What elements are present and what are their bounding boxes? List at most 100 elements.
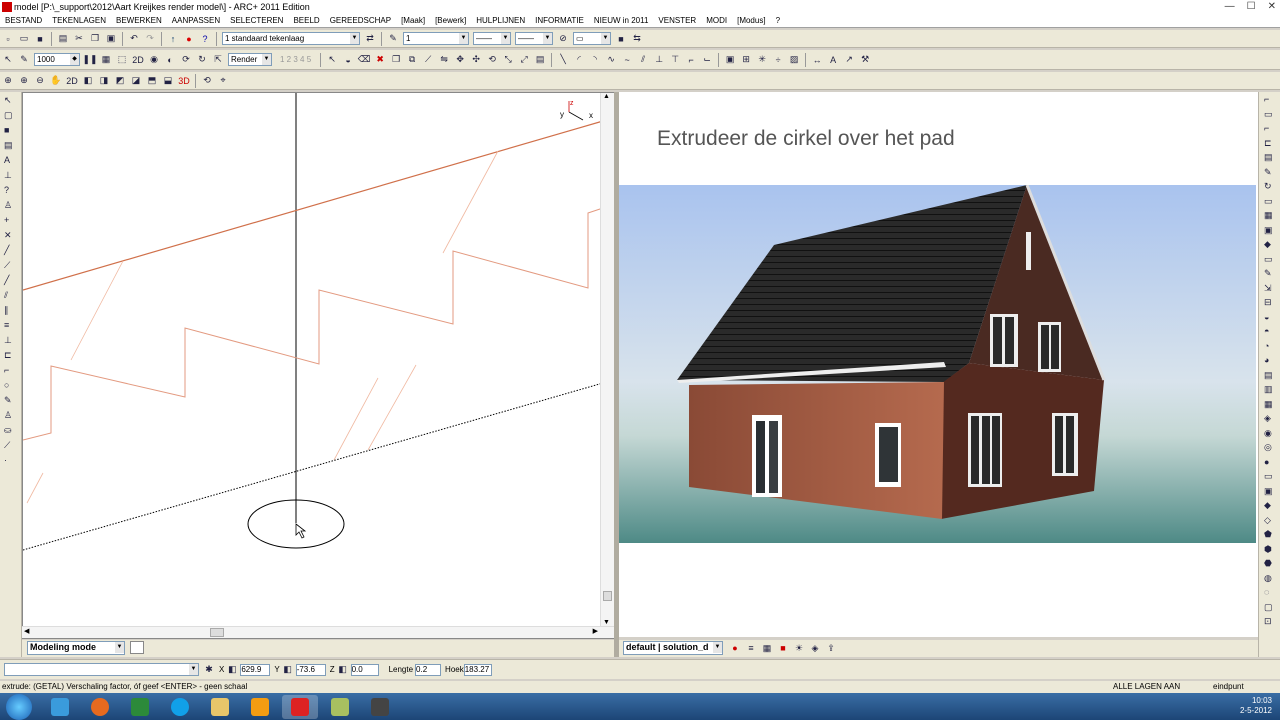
menu-aanpassen[interactable]: AANPASSEN: [167, 14, 225, 27]
orbit-icon[interactable]: ⟲: [200, 74, 214, 88]
scroll-up-icon[interactable]: ▲: [603, 93, 610, 100]
lineweight-select[interactable]: —— ▼: [515, 32, 553, 45]
rt-tool-35-icon[interactable]: ◌: [1264, 587, 1276, 600]
close-button[interactable]: ✕: [1268, 0, 1276, 14]
menu-beeld[interactable]: BEELD: [288, 14, 324, 27]
scroll-down-icon[interactable]: ▼: [603, 619, 610, 626]
rt-tool-5-icon[interactable]: ▤: [1264, 152, 1276, 165]
linetype-select[interactable]: —— ▼: [473, 32, 511, 45]
horizontal-scrollbar[interactable]: ◀ ▶: [22, 626, 614, 638]
view-iso-icon[interactable]: ⬓: [161, 74, 175, 88]
trim-icon[interactable]: ⊥: [652, 53, 666, 67]
rt-tool-15-icon[interactable]: ⊟: [1264, 297, 1276, 310]
y-input[interactable]: [295, 663, 326, 676]
rt-tool-31-icon[interactable]: ⬟: [1264, 529, 1276, 542]
paste-icon[interactable]: ▣: [104, 32, 118, 46]
box-view-icon[interactable]: ⬚: [115, 53, 129, 67]
layers-status[interactable]: ALLE LAGEN AAN: [1113, 681, 1180, 693]
stop-icon[interactable]: ●: [182, 32, 196, 46]
rt-tool-22-icon[interactable]: ▦: [1264, 399, 1276, 412]
rt-tool-19-icon[interactable]: ◕: [1264, 355, 1276, 368]
offset-icon[interactable]: ⫽: [636, 53, 650, 67]
curve-icon[interactable]: ∿: [604, 53, 618, 67]
menu-modus[interactable]: [Modus]: [732, 14, 770, 27]
render-select[interactable]: Render ▼: [228, 53, 272, 66]
rt-tool-11-icon[interactable]: ◆: [1264, 239, 1276, 252]
new-file-icon[interactable]: ▫: [1, 32, 15, 46]
block-icon[interactable]: ▣: [723, 53, 737, 67]
rt-tool-12-icon[interactable]: ▭: [1264, 254, 1276, 267]
rt-tool-28-icon[interactable]: ▣: [1264, 486, 1276, 499]
hatch-icon[interactable]: ⊘: [556, 32, 570, 46]
line-tool-icon[interactable]: ╱: [4, 245, 16, 257]
double-line-tool-icon[interactable]: ∥: [4, 305, 16, 317]
zoom-in-icon[interactable]: ⊕: [17, 74, 31, 88]
pen-select[interactable]: 1 ▼: [403, 32, 469, 45]
move-icon[interactable]: ✥: [453, 53, 467, 67]
rt-tool-32-icon[interactable]: ⬢: [1264, 544, 1276, 557]
chamfer-icon[interactable]: ⌙: [700, 53, 714, 67]
rt-tool-24-icon[interactable]: ◉: [1264, 428, 1276, 441]
scroll-right-icon[interactable]: ▶: [593, 627, 598, 635]
insert-icon[interactable]: ⊞: [739, 53, 753, 67]
brush-tool-icon[interactable]: ⟋: [4, 440, 16, 452]
copy-icon[interactable]: ❐: [88, 32, 102, 46]
layers-icon[interactable]: ≡: [744, 641, 758, 655]
undo-icon[interactable]: ↶: [127, 32, 141, 46]
dimension-icon[interactable]: ↔: [810, 53, 824, 67]
corner-tool-icon[interactable]: ⌐: [4, 365, 16, 377]
menu-tekenlagen[interactable]: TEKENLAGEN: [47, 14, 111, 27]
explorer-taskbar-button[interactable]: [202, 695, 238, 719]
rt-tool-16-icon[interactable]: ◒: [1264, 312, 1276, 325]
cross-tool-icon[interactable]: ✕: [4, 230, 16, 242]
zoom-out-icon[interactable]: ⊖: [33, 74, 47, 88]
ie-taskbar-button[interactable]: [42, 695, 78, 719]
arcplus-taskbar-button[interactable]: [282, 694, 318, 719]
menu-bestand[interactable]: BESTAND: [0, 14, 47, 27]
clock-date[interactable]: 2-5-2012: [1240, 706, 1272, 716]
erase-icon[interactable]: ⌫: [357, 53, 371, 67]
view-front-icon[interactable]: ◧: [81, 74, 95, 88]
rt-tool-25-icon[interactable]: ◎: [1264, 442, 1276, 455]
lock-x-icon[interactable]: ◧: [225, 663, 239, 677]
menu-maak[interactable]: [Maak]: [396, 14, 430, 27]
scroll-left-icon[interactable]: ◀: [24, 627, 29, 635]
maximize-button[interactable]: ☐: [1247, 0, 1256, 14]
view-back-icon[interactable]: ◩: [113, 74, 127, 88]
menu-hulplijnen[interactable]: HULPLIJNEN: [471, 14, 530, 27]
bucket-tool-icon[interactable]: ⛀: [4, 425, 16, 437]
view-right-icon[interactable]: ◨: [97, 74, 111, 88]
rt-tool-34-icon[interactable]: ◍: [1264, 573, 1276, 586]
rt-tool-8-icon[interactable]: ▭: [1264, 196, 1276, 209]
color-swatch-icon[interactable]: ■: [614, 32, 628, 46]
render-settings-icon[interactable]: ●: [728, 641, 742, 655]
angle-input[interactable]: [463, 663, 492, 676]
rt-tool-29-icon[interactable]: ◆: [1264, 500, 1276, 513]
menu-bewerken[interactable]: BEWERKEN: [111, 14, 167, 27]
pen-color-icon[interactable]: ✎: [386, 32, 400, 46]
explode-icon[interactable]: ✳: [755, 53, 769, 67]
window-tool-icon[interactable]: ▢: [4, 110, 16, 122]
dot-tool-icon[interactable]: ·: [4, 455, 16, 467]
clock-time[interactable]: 10:03: [1240, 696, 1272, 706]
up-arrow-icon[interactable]: ↑: [166, 32, 180, 46]
menu-gereedschap[interactable]: GEREEDSCHAP: [325, 14, 396, 27]
save-icon[interactable]: ■: [33, 32, 47, 46]
mirror-icon[interactable]: ⇋: [437, 53, 451, 67]
command-history-select[interactable]: ▼: [4, 663, 199, 676]
extend-icon[interactable]: ⊤: [668, 53, 682, 67]
layer-number-buttons[interactable]: 1 2 3 4 5: [280, 55, 311, 64]
point-tool-icon[interactable]: +: [4, 215, 16, 227]
view-top-icon[interactable]: ⬒: [145, 74, 159, 88]
rt-tool-26-icon[interactable]: ●: [1264, 457, 1276, 470]
rt-tool-37-icon[interactable]: ⊡: [1264, 616, 1276, 629]
rectangle-tool-icon[interactable]: ⊏: [4, 350, 16, 362]
outlook-taskbar-button[interactable]: [242, 695, 278, 719]
length-input[interactable]: [415, 663, 442, 676]
scale-field[interactable]: 1000 ◆: [34, 53, 80, 66]
stamp-tool-icon[interactable]: ⊥: [4, 170, 16, 182]
rt-tool-33-icon[interactable]: ⬣: [1264, 558, 1276, 571]
view-2d-icon[interactable]: 2D: [131, 53, 145, 67]
rt-tool-10-icon[interactable]: ▣: [1264, 225, 1276, 238]
rt-tool-30-icon[interactable]: ◇: [1264, 515, 1276, 528]
